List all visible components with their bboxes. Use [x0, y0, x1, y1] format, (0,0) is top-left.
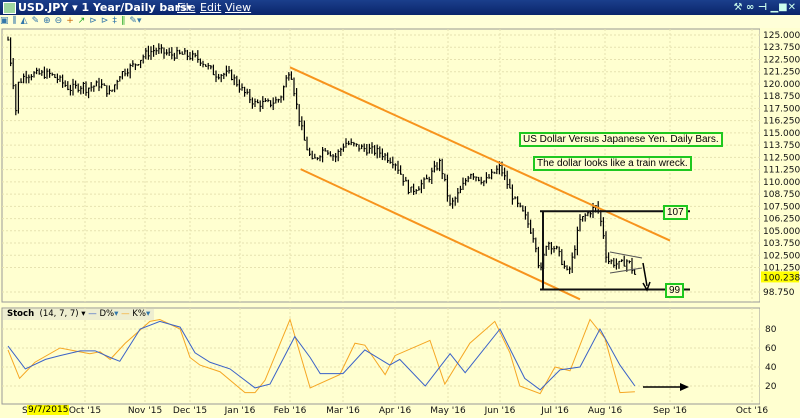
zoom-out-icon[interactable]: ⊖	[55, 16, 63, 26]
bar-type-icon[interactable]: ⫼	[13, 16, 17, 26]
scroll-left-icon[interactable]: ⊳	[89, 16, 97, 26]
wrench-icon[interactable]: ⚒	[734, 2, 743, 13]
level-label-low[interactable]: 99	[665, 283, 685, 298]
timeframe-title[interactable]: 1 Year/Daily bars	[81, 1, 186, 14]
month-label: Sep '16	[653, 406, 687, 416]
price-tick-label: 111.250	[763, 166, 800, 176]
month-label: Feb '16	[274, 406, 307, 416]
price-tick-label: 102.500	[763, 251, 800, 261]
expand-icon[interactable]: ∥	[121, 16, 126, 26]
month-label: Jul '16	[540, 406, 569, 416]
cursor-icon[interactable]: ▣	[0, 16, 9, 26]
month-label: Oct '15	[69, 406, 101, 416]
month-label: Jun '16	[484, 406, 516, 416]
price-tick-label: 113.750	[763, 141, 800, 151]
price-tick-label: 117.500	[763, 104, 800, 114]
price-tick-label: 107.500	[763, 202, 800, 212]
price-tick-label: 120.000	[763, 80, 800, 90]
crosshair-icon[interactable]: +	[66, 16, 74, 26]
maximize-icon[interactable]: ■	[778, 2, 787, 13]
cursor-date: 9/7/2015	[27, 405, 70, 415]
stoch-tick-label: 40	[765, 363, 777, 373]
stoch-legend[interactable]: Stoch (14, 7, 7) ▾ — D%▾ — K%▾	[3, 309, 155, 320]
price-tick-label: 121.250	[763, 68, 800, 78]
menu-edit[interactable]: Edit	[200, 0, 221, 15]
draw-icon[interactable]: ✎	[32, 16, 40, 26]
month-label: Apr '16	[379, 406, 412, 416]
month-label: May '16	[430, 406, 466, 416]
stoch-tick-label: 60	[765, 344, 777, 354]
current-price-label: 100.238	[763, 273, 800, 283]
month-label: Aug '16	[588, 406, 623, 416]
price-tick-label: 118.750	[763, 92, 800, 102]
compress-icon[interactable]: ‡	[112, 16, 117, 26]
indicator-icon[interactable]: ↗	[78, 16, 86, 26]
link-icon[interactable]: ∞	[746, 2, 754, 13]
price-tick-label: 125.000	[763, 31, 800, 41]
stoch-name: Stoch	[7, 309, 35, 319]
annotation-comment[interactable]: The dollar looks like a train wreck.	[533, 156, 692, 171]
price-tick-label: 123.750	[763, 43, 800, 53]
price-tick-label: 108.750	[763, 190, 800, 200]
price-tick-label: 98.750	[763, 288, 795, 298]
minimize-icon[interactable]: ▁	[770, 2, 778, 13]
month-label: Oct '16	[736, 406, 769, 416]
zoom-in-icon[interactable]: ⊕	[43, 16, 51, 26]
month-label: Dec '15	[173, 406, 207, 416]
pin-icon[interactable]: ⊣	[758, 2, 767, 13]
scroll-right-icon[interactable]: ⊳	[101, 16, 109, 26]
month-label: Mar '16	[326, 406, 360, 416]
stoch-d-label: D%	[99, 309, 115, 319]
stoch-tick-label: 80	[765, 325, 777, 335]
area-icon[interactable]: ◭	[21, 16, 28, 26]
title-bar: USD.JPY ▾ 1 Year/Daily bars▾ File Edit V…	[0, 0, 800, 15]
price-tick-label: 116.250	[763, 117, 800, 127]
close-icon[interactable]: ✕	[788, 2, 796, 13]
price-tick-label: 110.000	[763, 178, 800, 188]
stoch-params: (14, 7, 7)	[39, 309, 79, 319]
symbol-title[interactable]: USD.JPY	[18, 1, 68, 14]
price-tick-label: 103.750	[763, 239, 800, 249]
stoch-k-label: K%	[132, 309, 146, 319]
menu-view[interactable]: View	[225, 0, 251, 15]
stoch-panel	[1, 307, 761, 405]
month-label: Nov '15	[128, 406, 162, 416]
price-tick-label: 115.000	[763, 129, 800, 139]
price-tick-label: 122.500	[763, 55, 800, 65]
toolbar: ▣ ⫼ ◭ ✎ ⊕ ⊖ + ↗ ⊳ ⊳ ‡ ∥ ✎▾	[0, 15, 800, 28]
tools-icon[interactable]: ✎▾	[129, 16, 141, 26]
price-tick-label: 112.500	[763, 153, 800, 163]
price-tick-label: 106.250	[763, 215, 800, 225]
level-label-high[interactable]: 107	[663, 205, 688, 220]
price-tick-label: 105.000	[763, 227, 800, 237]
stoch-tick-label: 20	[765, 382, 777, 392]
chart-app-icon	[3, 2, 16, 14]
month-label: Jan '16	[224, 406, 256, 416]
menu-file[interactable]: File	[177, 0, 195, 15]
annotation-title[interactable]: US Dollar Versus Japanese Yen. Daily Bar…	[519, 132, 723, 147]
